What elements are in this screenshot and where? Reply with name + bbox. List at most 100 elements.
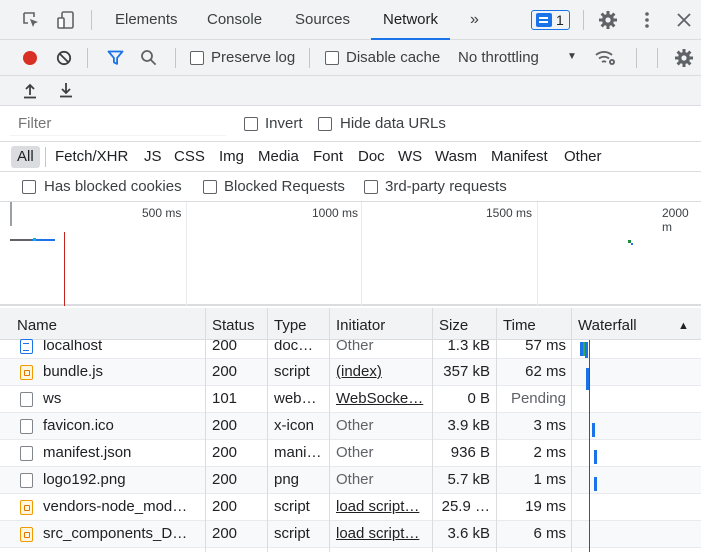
request-status: 200 [212,340,238,354]
request-initiator[interactable]: load script… [336,521,428,548]
request-name[interactable]: src_components_D… [43,521,201,548]
type-filter-fetch-xhr[interactable]: Fetch/XHR [55,148,128,165]
settings-gear-icon[interactable] [598,10,618,30]
has-blocked-cookies-checkbox[interactable] [22,180,36,194]
column-separator[interactable] [205,308,206,552]
blocked-requests-label: Blocked Requests [224,178,345,195]
more-options-icon[interactable] [644,11,650,29]
record-button[interactable] [23,51,37,65]
column-header-status[interactable]: Status [212,308,255,340]
request-name[interactable]: ws [43,386,201,413]
column-separator[interactable] [267,308,268,552]
request-name[interactable]: localhost [43,340,201,359]
filter-bar: Invert Hide data URLs [0,106,701,142]
column-header-type[interactable]: Type [274,308,307,340]
filter-input[interactable] [10,112,226,136]
tab-elements[interactable]: Elements [115,0,178,40]
table-row[interactable]: localhost 200 doc… Other 1.3 kB 57 ms [0,339,701,359]
table-row[interactable]: bundle.js 200 script (index) 357 kB 62 ms [0,359,701,386]
column-header-time[interactable]: Time [503,308,536,340]
type-filter-font[interactable]: Font [313,148,343,165]
request-time: 2 ms [533,444,566,461]
column-header-initiator[interactable]: Initiator [336,308,385,340]
request-time: 19 ms [525,498,566,515]
request-initiator[interactable]: WebSocke… [336,386,428,413]
hide-data-urls-label: Hide data URLs [340,115,446,132]
document-icon [20,339,33,354]
invert-checkbox[interactable] [244,117,258,131]
type-filter-ws[interactable]: WS [398,148,422,165]
tab-separator [91,10,92,30]
import-har-icon[interactable] [23,83,37,99]
load-event-marker [64,232,65,306]
column-header-size[interactable]: Size [439,308,468,340]
toolbar-separator [175,48,176,68]
column-header-name[interactable]: Name [17,308,57,340]
overview-tick-label: 2000 m [662,206,689,234]
table-row[interactable]: ws 101 web… WebSocke… 0 B Pending [0,386,701,413]
request-name[interactable]: logo192.png [43,467,201,494]
filter-icon[interactable] [107,50,124,66]
file-icon [20,446,33,461]
preserve-log-checkbox[interactable] [190,51,204,65]
type-filter-all[interactable]: All [11,146,40,168]
blocked-requests-checkbox[interactable] [203,180,217,194]
tab-console[interactable]: Console [207,0,262,40]
request-time: 57 ms [525,340,566,354]
overview-request-bar [33,238,36,241]
type-filter-manifest[interactable]: Manifest [491,148,548,165]
column-separator[interactable] [432,308,433,552]
type-filter-other[interactable]: Other [564,148,602,165]
table-header: Name Status Type Initiator Size Time Wat… [0,308,701,340]
type-filter-media[interactable]: Media [258,148,299,165]
table-row[interactable]: vendors-node_mod… 200 script load script… 25… [0,494,701,521]
throttling-select[interactable]: No throttling [458,49,539,66]
close-icon[interactable] [677,13,691,27]
column-separator[interactable] [496,308,497,552]
clear-icon[interactable] [56,50,72,66]
request-initiator[interactable]: load script… [336,494,428,521]
request-name[interactable]: favicon.ico [43,413,201,440]
preserve-log-label: Preserve log [211,49,296,66]
overview-tick-label: 500 ms [142,206,182,220]
type-filter-doc[interactable]: Doc [358,148,385,165]
sort-ascending-icon[interactable]: ▲ [678,308,689,340]
third-party-requests-checkbox[interactable] [364,180,378,194]
search-icon[interactable] [140,49,157,66]
disable-cache-checkbox[interactable] [325,51,339,65]
request-size: 1.3 kB [447,340,490,354]
export-har-icon[interactable] [59,82,73,98]
tab-network[interactable]: Network [370,0,451,40]
type-filter-js[interactable]: JS [144,148,162,165]
column-separator[interactable] [571,308,572,552]
table-row[interactable]: favicon.ico 200 x-icon Other 3.9 kB 3 ms [0,413,701,440]
waterfall-bar [594,477,597,491]
device-toolbar-icon[interactable] [56,10,76,30]
type-filter-wasm[interactable]: Wasm [435,148,477,165]
overview-gridline [537,202,538,306]
column-separator[interactable] [329,308,330,552]
overview-request-bar [631,243,633,245]
table-row[interactable]: src_components_D… 200 script load script… 3.… [0,521,701,548]
waterfall-load-marker [589,340,590,552]
request-size: 936 B [450,444,490,461]
import-export-toolbar [0,76,701,106]
request-name[interactable]: bundle.js [43,359,201,386]
network-overview-timeline[interactable]: 500 ms 1000 ms 1500 ms 2000 m [0,202,701,306]
issues-badge[interactable]: 1 [531,10,570,30]
request-initiator[interactable]: (index) [336,359,428,386]
request-name[interactable]: vendors-node_mod… [43,494,201,521]
column-header-waterfall[interactable]: Waterfall [578,308,637,340]
tab-sources[interactable]: Sources [295,0,350,40]
type-filter-css[interactable]: CSS [174,148,205,165]
more-tabs-button[interactable]: » [470,0,479,40]
request-name[interactable]: manifest.json [43,440,201,467]
network-settings-gear-icon[interactable] [674,48,694,68]
inspect-element-icon[interactable] [22,11,40,29]
throttling-dropdown-arrow[interactable]: ▼ [567,51,577,62]
network-conditions-icon[interactable] [595,49,617,67]
hide-data-urls-checkbox[interactable] [318,117,332,131]
type-filter-img[interactable]: Img [219,148,244,165]
overview-left-handle[interactable] [10,202,12,226]
third-party-requests-label: 3rd-party requests [385,178,507,195]
